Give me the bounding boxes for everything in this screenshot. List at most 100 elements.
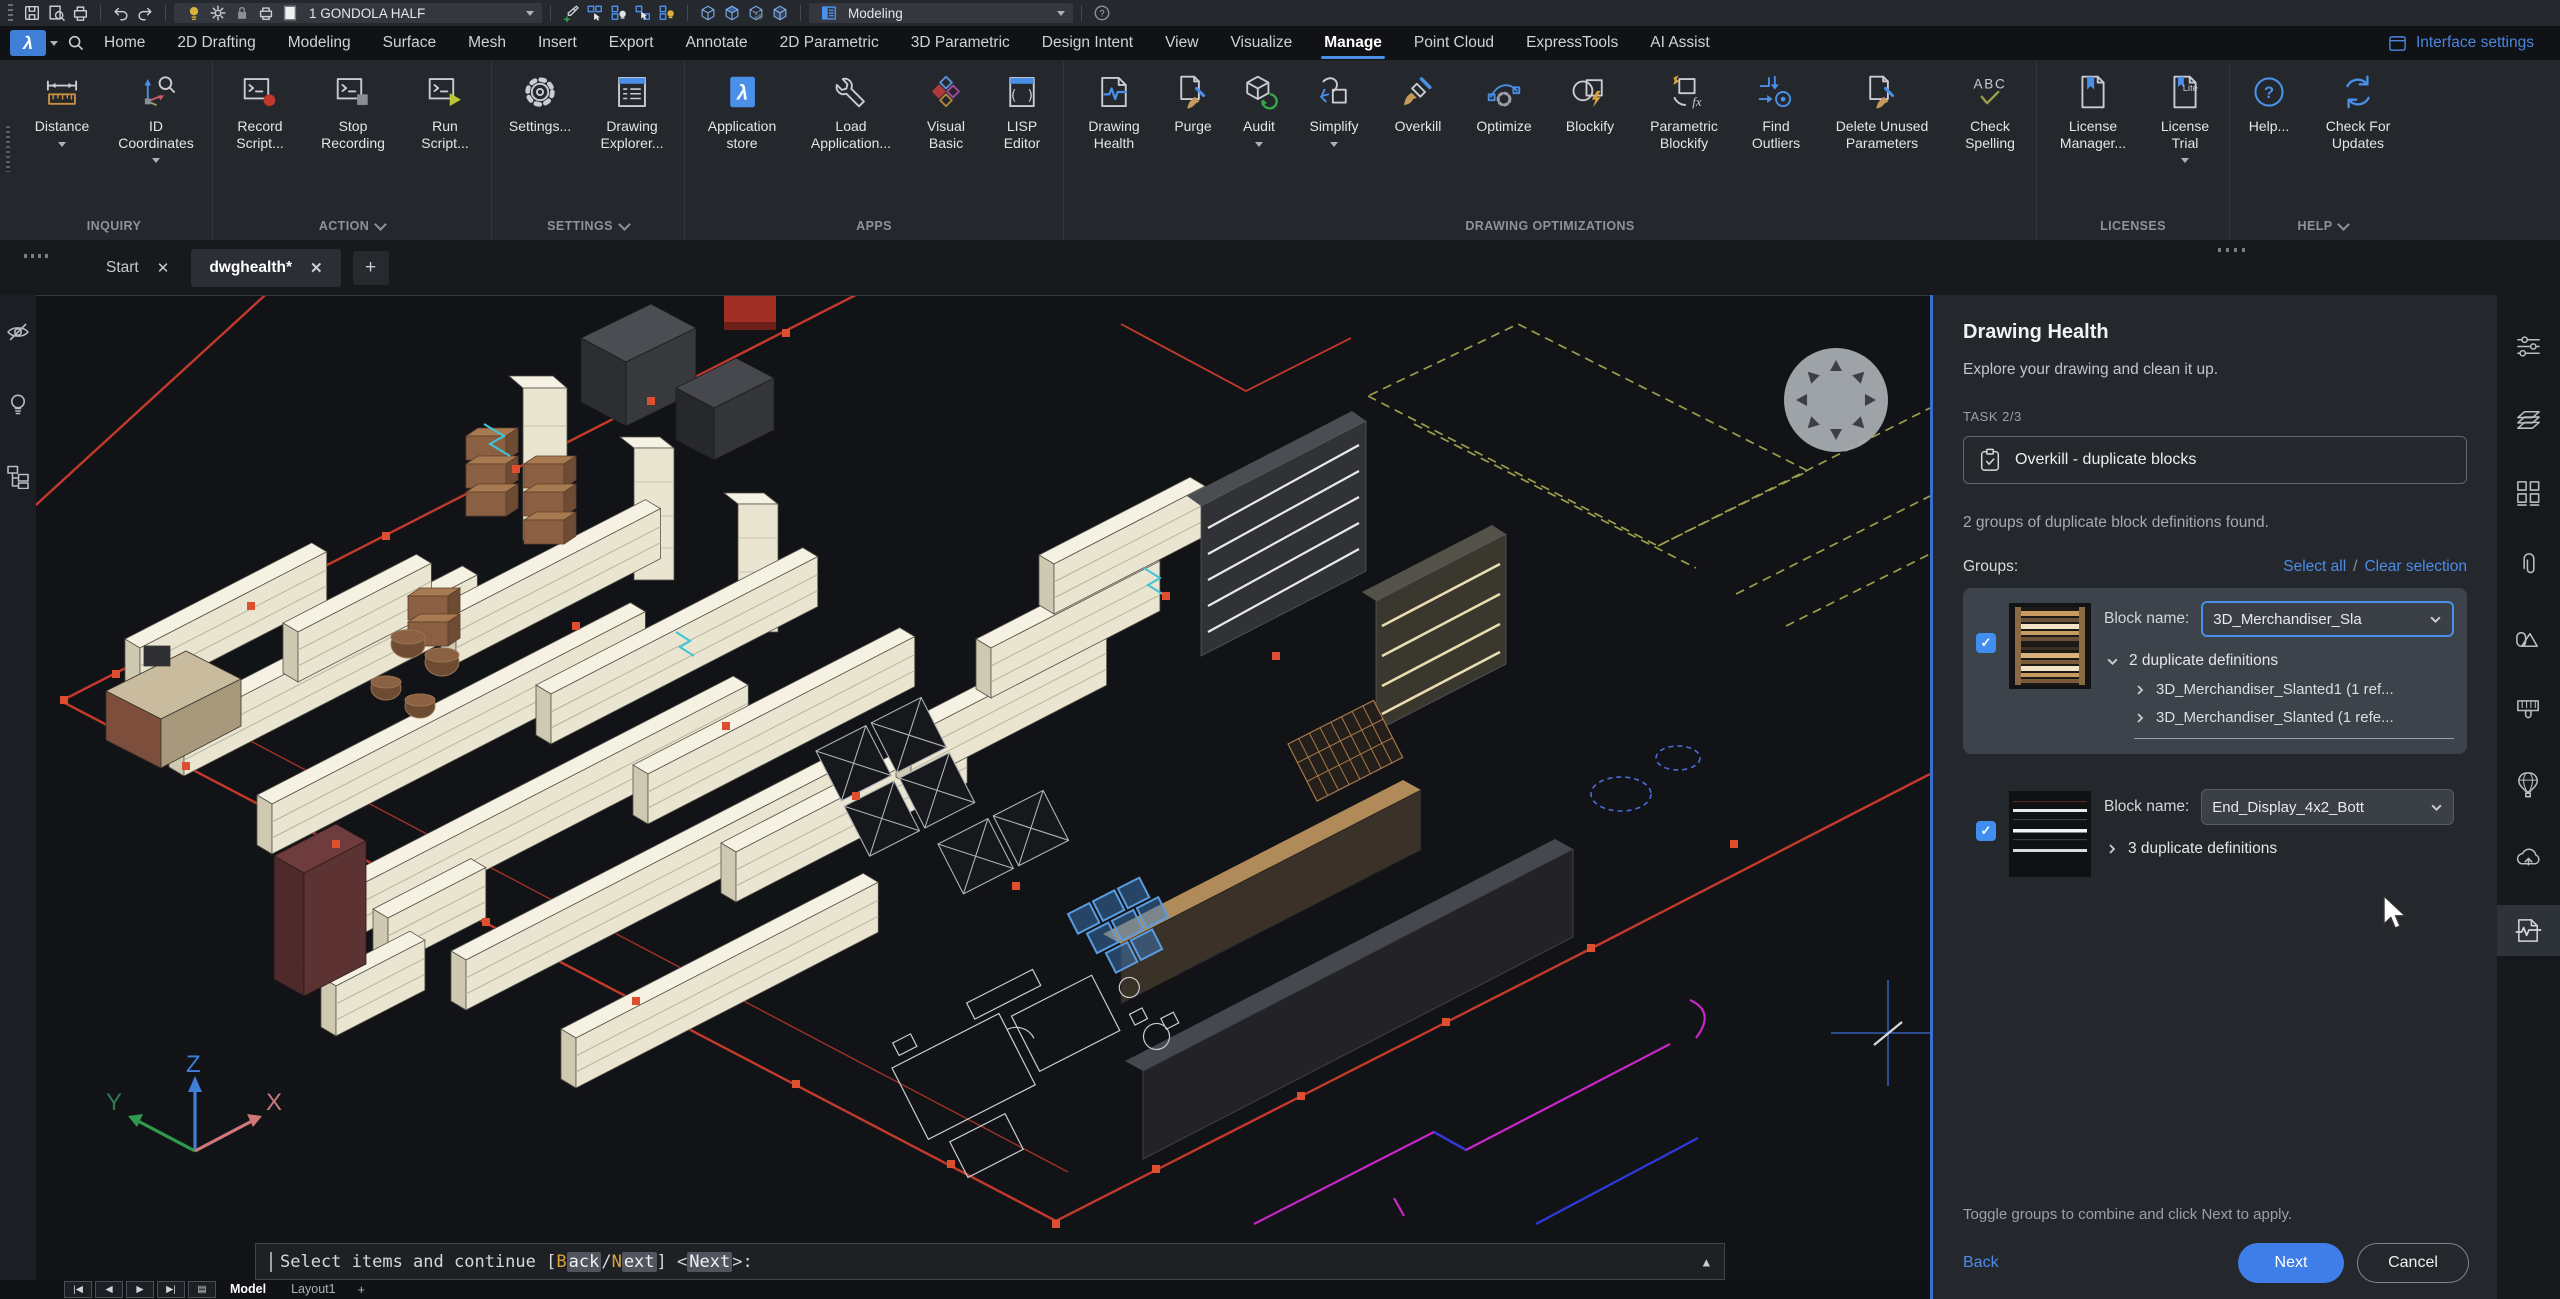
workspace-dropdown[interactable]: Modeling [809, 3, 1073, 23]
layer-color-icon[interactable] [278, 2, 302, 24]
ribbon-group-label[interactable]: SETTINGS [496, 212, 680, 240]
layout-nav-button[interactable]: ▶ [126, 1281, 154, 1298]
redo-button[interactable] [133, 2, 157, 24]
blocks-isolate-button[interactable] [607, 2, 631, 24]
audit-button[interactable]: Audit [1226, 66, 1292, 147]
properties-sliders-button[interactable] [2497, 321, 2560, 372]
menu-3d-parametric[interactable]: 3D Parametric [895, 26, 1026, 60]
prompt-segment[interactable]: ext [621, 1251, 657, 1272]
run-script-button[interactable]: Run Script... [403, 66, 487, 151]
menu-surface[interactable]: Surface [367, 26, 452, 60]
cube-hidden-button[interactable] [744, 2, 768, 24]
menu-2d-drafting[interactable]: 2D Drafting [161, 26, 271, 60]
doc-tab-dwghealth-[interactable]: dwghealth* [191, 248, 341, 287]
print-button[interactable] [68, 2, 92, 24]
block-name-select[interactable]: 3D_Merchandiser_Sla [2201, 601, 2454, 637]
layout-nav-button[interactable]: ▶| [157, 1281, 185, 1298]
preview-button[interactable] [44, 2, 68, 24]
layer-dropdown[interactable]: 1 GONDOLA HALF [174, 3, 542, 23]
panel-drag-handle[interactable] [2218, 248, 2248, 252]
app-store-button[interactable]: λ Application store [689, 66, 795, 151]
menu-manage[interactable]: Manage [1308, 26, 1398, 60]
blockify-button[interactable]: Blockify [1548, 66, 1632, 135]
render-materials-button[interactable] [2497, 613, 2560, 664]
chevron-down-icon[interactable] [2181, 158, 2189, 164]
pick-add-button[interactable] [559, 2, 583, 24]
next-button[interactable]: Next [2238, 1243, 2344, 1283]
check-spelling-button[interactable]: ABC Check Spelling [1948, 66, 2032, 151]
cube-xray-button[interactable] [768, 2, 792, 24]
duplicate-definition-item[interactable]: 3D_Merchandiser_Slanted1 (1 ref... [2134, 681, 2454, 698]
load-application-button[interactable]: Load Application... [795, 66, 907, 151]
layout-nav-button[interactable]: ◀ [95, 1281, 123, 1298]
menu-export[interactable]: Export [593, 26, 670, 60]
duplicate-definition-item[interactable]: 3D_Merchandiser_Slanted (1 refe... [2134, 709, 2454, 739]
structure-tree-button[interactable] [5, 463, 31, 489]
undo-button[interactable] [109, 2, 133, 24]
duplicates-toggle[interactable]: 2 duplicate definitions [2106, 652, 2454, 670]
prompt-segment[interactable]: ack [566, 1251, 602, 1272]
attachments-clip-button[interactable] [2497, 540, 2560, 591]
menu-insert[interactable]: Insert [522, 26, 593, 60]
license-manager-button[interactable]: License Manager... [2041, 66, 2145, 151]
menu-modeling[interactable]: Modeling [272, 26, 367, 60]
delete-unused-button[interactable]: Delete Unused Parameters [1816, 66, 1948, 151]
interface-settings-button[interactable]: Interface settings [2388, 34, 2550, 53]
render-balloon-button[interactable] [2497, 759, 2560, 810]
ribbon-group-label[interactable]: HELP [2234, 212, 2412, 240]
help-button[interactable]: ? Help... [2234, 66, 2304, 135]
chevron-down-icon[interactable] [1255, 141, 1263, 147]
drawing-health-button[interactable]: Drawing Health [1068, 66, 1160, 151]
menu-design-intent[interactable]: Design Intent [1026, 26, 1149, 60]
check-updates-button[interactable]: Check For Updates [2304, 66, 2412, 151]
group-checkbox[interactable]: ✓ [1976, 633, 1996, 653]
prompt-segment[interactable]: Next [687, 1251, 733, 1272]
menu-2d-parametric[interactable]: 2D Parametric [764, 26, 895, 60]
cube-shaded-button[interactable] [720, 2, 744, 24]
eye-hidden-button[interactable] [5, 319, 31, 345]
chevron-down-icon[interactable] [152, 158, 160, 164]
lightbulb-button[interactable] [5, 391, 31, 417]
layout-nav-button[interactable]: ▤ [188, 1281, 216, 1298]
layer-on-icon[interactable] [182, 2, 206, 24]
id-coords-button[interactable]: ID Coordinates [104, 66, 208, 164]
search-icon[interactable] [64, 32, 88, 54]
group-checkbox[interactable]: ✓ [1976, 821, 1996, 841]
menu-mesh[interactable]: Mesh [452, 26, 522, 60]
select-all-link[interactable]: Select all [2283, 558, 2346, 575]
lisp-editor-button[interactable]: ( ) LISP Editor [985, 66, 1059, 151]
toolbar-grip[interactable] [8, 4, 13, 22]
ribbon-group-label[interactable]: ACTION [217, 212, 487, 240]
block-name-select[interactable]: End_Display_4x2_Bott [2201, 789, 2454, 825]
prompt-segment[interactable]: N [612, 1252, 622, 1272]
deselect-blocks-button[interactable] [631, 2, 655, 24]
tabbar-grip[interactable] [24, 254, 50, 258]
menu-expresstools[interactable]: ExpressTools [1510, 26, 1634, 60]
menu-ai-assist[interactable]: AI Assist [1634, 26, 1725, 60]
optimize-button[interactable]: Optimize [1460, 66, 1548, 135]
cube-wire-button[interactable] [696, 2, 720, 24]
layer-freeze-icon[interactable] [206, 2, 230, 24]
add-layout-button[interactable]: + [350, 1283, 373, 1297]
menu-home[interactable]: Home [88, 26, 161, 60]
layout-nav-button[interactable]: |◀ [64, 1281, 92, 1298]
drawing-viewport[interactable]: Z Y X [36, 295, 1930, 1280]
cancel-button[interactable]: Cancel [2357, 1243, 2469, 1283]
layout-tab-layout1[interactable]: Layout1 [280, 1280, 346, 1299]
expand-history-icon[interactable]: ▲ [1703, 1255, 1710, 1269]
stop-recording-button[interactable]: Stop Recording [303, 66, 403, 151]
license-trial-button[interactable]: Lite License Trial [2145, 66, 2225, 164]
layers-stack-button[interactable] [2497, 394, 2560, 445]
back-link[interactable]: Back [1963, 1254, 1999, 1272]
parametric-blockify-button[interactable]: fx Parametric Blockify [1632, 66, 1736, 151]
duplicates-toggle[interactable]: 3 duplicate definitions [2106, 840, 2454, 858]
chevron-down-icon[interactable] [50, 40, 58, 46]
layer-plot-icon[interactable] [254, 2, 278, 24]
menu-point-cloud[interactable]: Point Cloud [1398, 26, 1510, 60]
blocks-highlight-button[interactable] [655, 2, 679, 24]
app-logo[interactable] [10, 30, 46, 56]
visual-basic-button[interactable]: Visual Basic [907, 66, 985, 151]
doc-tab-start[interactable]: Start [88, 249, 187, 287]
drawing-explorer-button[interactable]: Drawing Explorer... [584, 66, 680, 151]
drawing-health-pulse-button[interactable] [2497, 905, 2560, 956]
